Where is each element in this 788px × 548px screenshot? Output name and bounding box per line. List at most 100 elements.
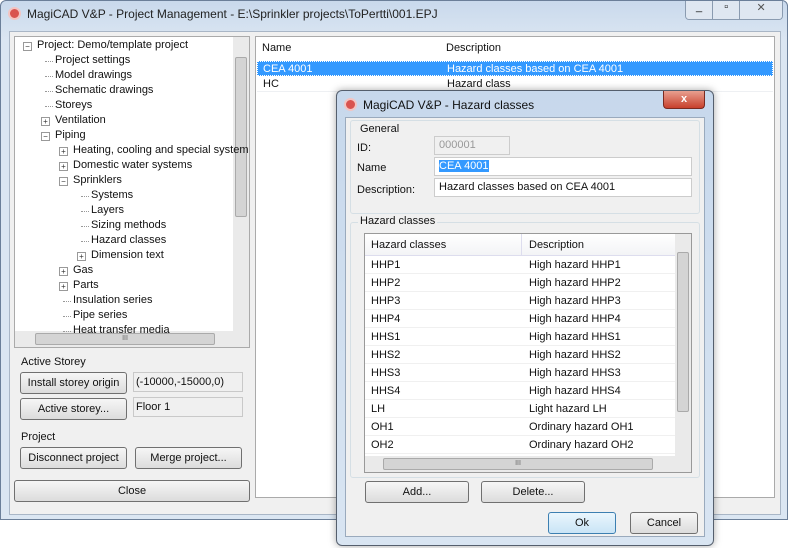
tree-item[interactable]: Hazard classes xyxy=(91,234,166,246)
hazard-class-code: HHP1 xyxy=(371,259,401,271)
tree-item[interactable]: Domestic water systems xyxy=(73,159,192,171)
expand-icon[interactable]: + xyxy=(59,162,68,171)
tree-item[interactable]: Sizing methods xyxy=(91,219,166,231)
ok-button[interactable]: Ok xyxy=(548,512,616,534)
active-storey-button[interactable]: Active storey... xyxy=(20,398,127,420)
hazard-class-code: OH1 xyxy=(371,421,394,433)
collapse-icon[interactable]: − xyxy=(59,177,68,186)
expand-icon[interactable]: + xyxy=(59,267,68,276)
minimize-button[interactable]: _ xyxy=(686,1,714,19)
dialog-body: General ID: 000001 Name CEA 4001 Descrip… xyxy=(345,117,705,537)
hazard-class-description: High hazard HHS1 xyxy=(529,331,621,343)
dialog-title: MagiCAD V&P - Hazard classes xyxy=(363,98,535,112)
tree-connector xyxy=(81,226,89,227)
expand-icon[interactable]: + xyxy=(59,147,68,156)
general-group-label: General xyxy=(358,123,402,135)
tree-item[interactable]: Parts xyxy=(73,279,99,291)
tree-item[interactable]: Piping xyxy=(55,129,86,141)
tree-item[interactable]: Dimension text xyxy=(91,249,164,261)
tree-item[interactable]: Model drawings xyxy=(55,69,132,81)
hazard-classes-group-label: Hazard classes xyxy=(358,215,438,227)
tree-item[interactable]: Project: Demo/template project xyxy=(37,39,188,51)
hazard-class-description: High hazard HHS2 xyxy=(529,349,621,361)
close-window-button[interactable]: ✕ xyxy=(740,1,782,19)
tree-item[interactable]: Insulation series xyxy=(73,294,153,306)
hazard-class-row[interactable]: OH1 Ordinary hazard OH1 xyxy=(365,418,675,436)
dialog-close-button[interactable]: x xyxy=(663,91,705,109)
hazard-class-row[interactable]: LH Light hazard LH xyxy=(365,400,675,418)
table-horizontal-scrollbar[interactable]: III xyxy=(365,456,691,472)
tree-item[interactable]: Pipe series xyxy=(73,309,127,321)
column-header-name[interactable]: Name xyxy=(262,42,291,54)
hazard-classes-table[interactable]: Hazard classes Description HHP1 High haza… xyxy=(364,233,692,473)
active-storey-heading: Active Storey xyxy=(21,356,86,368)
hazard-class-row[interactable]: OH2 Ordinary hazard OH2 xyxy=(365,436,675,454)
hazard-class-code: HHP2 xyxy=(371,277,401,289)
collapse-icon[interactable]: − xyxy=(23,42,32,51)
tree-connector xyxy=(63,301,71,302)
cancel-button[interactable]: Cancel xyxy=(630,512,698,534)
tree-item[interactable]: Sprinklers xyxy=(73,174,122,186)
hazard-class-description: Ordinary hazard OH2 xyxy=(529,439,634,451)
hazard-class-description: Ordinary hazard OH1 xyxy=(529,421,634,433)
hazard-class-row[interactable]: HHP3 High hazard HHP3 xyxy=(365,292,675,310)
hazard-classes-dialog: MagiCAD V&P - Hazard classes x General I… xyxy=(336,90,714,546)
name-field[interactable]: CEA 4001 xyxy=(434,157,692,176)
hazard-class-row[interactable]: HHS3 High hazard HHS3 xyxy=(365,364,675,382)
collapse-icon[interactable]: − xyxy=(41,132,50,141)
hazard-class-row[interactable]: HHS1 High hazard HHS1 xyxy=(365,328,675,346)
tree-item[interactable]: Storeys xyxy=(55,99,92,111)
tree-connector xyxy=(45,91,53,92)
hazard-class-row[interactable]: HHP2 High hazard HHP2 xyxy=(365,274,675,292)
disconnect-project-button[interactable]: Disconnect project xyxy=(20,447,127,469)
install-storey-origin-button[interactable]: Install storey origin xyxy=(20,372,127,394)
column-header-hazard-classes[interactable]: Hazard classes xyxy=(365,234,522,256)
row-description: Hazard classes based on CEA 4001 xyxy=(447,63,624,75)
hazard-class-description: High hazard HHP3 xyxy=(529,295,621,307)
tree-item[interactable]: Project settings xyxy=(55,54,130,66)
expand-icon[interactable]: + xyxy=(59,282,68,291)
hazard-class-code: HHP3 xyxy=(371,295,401,307)
close-button[interactable]: Close xyxy=(14,480,250,502)
maximize-button[interactable]: ▫ xyxy=(713,1,741,19)
magicad-app-icon xyxy=(8,7,21,20)
id-label: ID: xyxy=(357,142,372,154)
add-button[interactable]: Add... xyxy=(365,481,469,503)
description-label: Description: xyxy=(357,184,416,196)
hazard-class-row[interactable]: HHP1 High hazard HHP1 xyxy=(365,256,675,274)
tree-item[interactable]: Heating, cooling and special system xyxy=(73,144,248,156)
tree-connector xyxy=(63,331,71,332)
hazard-class-row[interactable]: HHS2 High hazard HHS2 xyxy=(365,346,675,364)
hazard-class-code: HHP4 xyxy=(371,313,401,325)
tree-connector xyxy=(63,316,71,317)
window-title: MagiCAD V&P - Project Management - E:\Sp… xyxy=(27,7,438,21)
active-storey-value: Floor 1 xyxy=(133,397,243,417)
tree-item[interactable]: Ventilation xyxy=(55,114,106,126)
project-tree[interactable]: III − Project: Demo/template project Proje… xyxy=(14,36,250,348)
column-header-description[interactable]: Description xyxy=(523,234,584,256)
expand-icon[interactable]: + xyxy=(41,117,50,126)
tree-vertical-scrollbar[interactable] xyxy=(233,37,249,332)
description-field[interactable]: Hazard classes based on CEA 4001 xyxy=(434,178,692,197)
tree-item[interactable]: Gas xyxy=(73,264,93,276)
hazard-class-description: High hazard HHP4 xyxy=(529,313,621,325)
tree-connector xyxy=(81,211,89,212)
expand-icon[interactable]: + xyxy=(77,252,86,261)
list-row[interactable]: CEA 4001 Hazard classes based on CEA 400… xyxy=(257,61,773,76)
column-header-description[interactable]: Description xyxy=(446,42,501,54)
hazard-class-description: High hazard HHP1 xyxy=(529,259,621,271)
hazard-class-code: HHS3 xyxy=(371,367,401,379)
table-vertical-scrollbar[interactable] xyxy=(675,234,691,456)
tree-connector xyxy=(45,106,53,107)
scroll-thumb[interactable] xyxy=(677,252,689,412)
tree-item[interactable]: Systems xyxy=(91,189,133,201)
hazard-class-row[interactable]: HHS4 High hazard HHS4 xyxy=(365,382,675,400)
tree-item[interactable]: Heat transfer media xyxy=(73,324,170,336)
tree-item[interactable]: Schematic drawings xyxy=(55,84,153,96)
tree-item[interactable]: Layers xyxy=(91,204,124,216)
merge-project-button[interactable]: Merge project... xyxy=(135,447,242,469)
scroll-thumb[interactable] xyxy=(235,57,247,217)
scroll-thumb[interactable]: III xyxy=(383,458,653,470)
delete-button[interactable]: Delete... xyxy=(481,481,585,503)
hazard-class-row[interactable]: HHP4 High hazard HHP4 xyxy=(365,310,675,328)
